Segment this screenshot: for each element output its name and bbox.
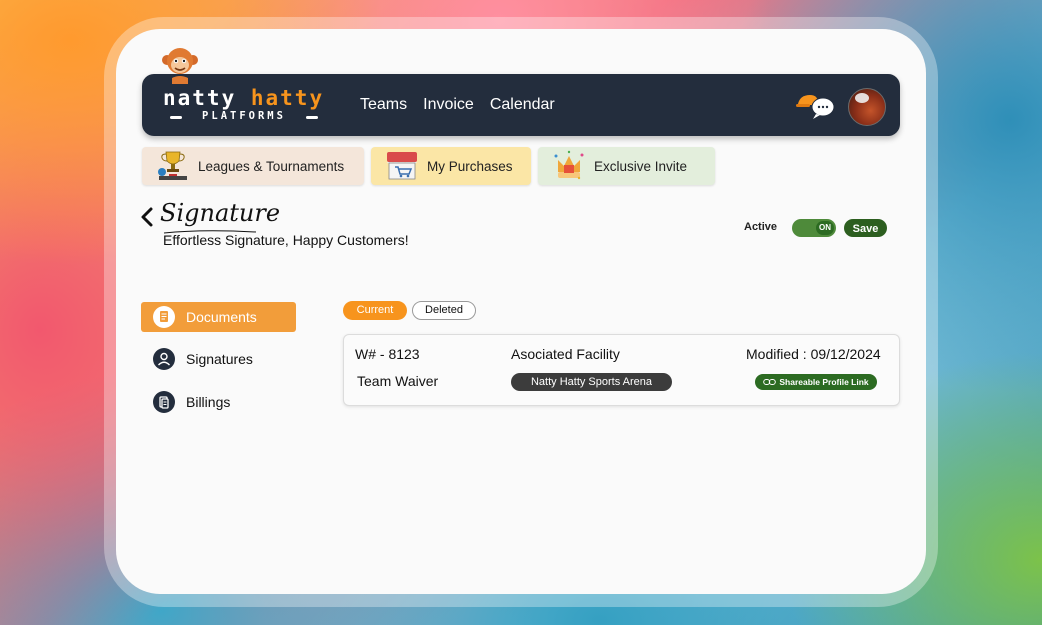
page-title: Signature (160, 199, 281, 227)
modified-date: Modified : 09/12/2024 (746, 346, 881, 362)
sidebar-item-billings[interactable]: Billings (141, 387, 296, 417)
sidebar-documents-label: Documents (186, 309, 257, 325)
tab-purchases-label: My Purchases (427, 158, 513, 174)
nav-invoice-link[interactable]: Invoice (423, 96, 474, 114)
main-nav: Teams Invoice Calendar (360, 96, 555, 114)
sidebar-item-documents[interactable]: Documents (141, 302, 296, 332)
active-toggle[interactable]: ON (792, 219, 836, 237)
tab-leagues-label: Leagues & Tournaments (198, 158, 345, 174)
status-label: Active (744, 221, 778, 233)
logo-dash-left (170, 116, 182, 119)
document-card[interactable]: W# - 8123 Asociated Facility Modified : … (343, 334, 900, 406)
tab-leagues-tournaments[interactable]: Leagues & Tournaments (142, 147, 364, 185)
brand-subtitle-text: PLATFORMS (202, 110, 286, 122)
facility-badge: Natty Hatty Sports Arena (511, 373, 672, 391)
trophy-icon (158, 151, 187, 180)
app-window: natty hatty PLATFORMS Teams Invoice Cale… (116, 29, 926, 594)
invite-crown-icon (554, 150, 584, 180)
tab-invite-label: Exclusive Invite (594, 158, 688, 174)
nav-teams-link[interactable]: Teams (360, 96, 407, 114)
shareable-link-button[interactable]: Shareable Profile Link (755, 374, 877, 390)
monkey-mascot-icon (162, 48, 198, 84)
cap-chat-icon[interactable] (796, 92, 836, 120)
document-icon (153, 306, 175, 328)
sidebar-item-signatures[interactable]: Signatures (141, 344, 296, 374)
billing-icon (153, 391, 175, 413)
toggle-knob: ON (816, 221, 834, 235)
brand-word-hatty: hatty (250, 86, 325, 110)
page-subtitle: Effortless Signature, Happy Customers! (163, 232, 409, 248)
tab-my-purchases[interactable]: My Purchases (371, 147, 531, 185)
user-icon (153, 348, 175, 370)
store-cart-icon (387, 152, 417, 180)
brand-word-natty: natty (163, 86, 237, 110)
top-navbar: natty hatty PLATFORMS Teams Invoice Cale… (142, 74, 900, 136)
user-avatar[interactable] (848, 88, 886, 126)
link-icon (763, 379, 777, 385)
facility-label: Asociated Facility (511, 346, 620, 362)
back-chevron-icon[interactable] (140, 206, 154, 228)
brand-subtitle: PLATFORMS (170, 110, 318, 122)
nav-calendar-link[interactable]: Calendar (490, 96, 555, 114)
filter-deleted-pill[interactable]: Deleted (412, 301, 476, 320)
save-button[interactable]: Save (844, 219, 887, 237)
filter-current-pill[interactable]: Current (343, 301, 407, 320)
brand-logo[interactable]: natty hatty (163, 86, 324, 110)
sidebar-signatures-label: Signatures (186, 351, 253, 367)
shareable-link-label: Shareable Profile Link (779, 377, 869, 387)
logo-dash-right (306, 116, 318, 119)
document-number: W# - 8123 (355, 346, 420, 362)
sidebar-billings-label: Billings (186, 394, 231, 410)
document-name: Team Waiver (357, 373, 439, 389)
tab-exclusive-invite[interactable]: Exclusive Invite (538, 147, 715, 185)
